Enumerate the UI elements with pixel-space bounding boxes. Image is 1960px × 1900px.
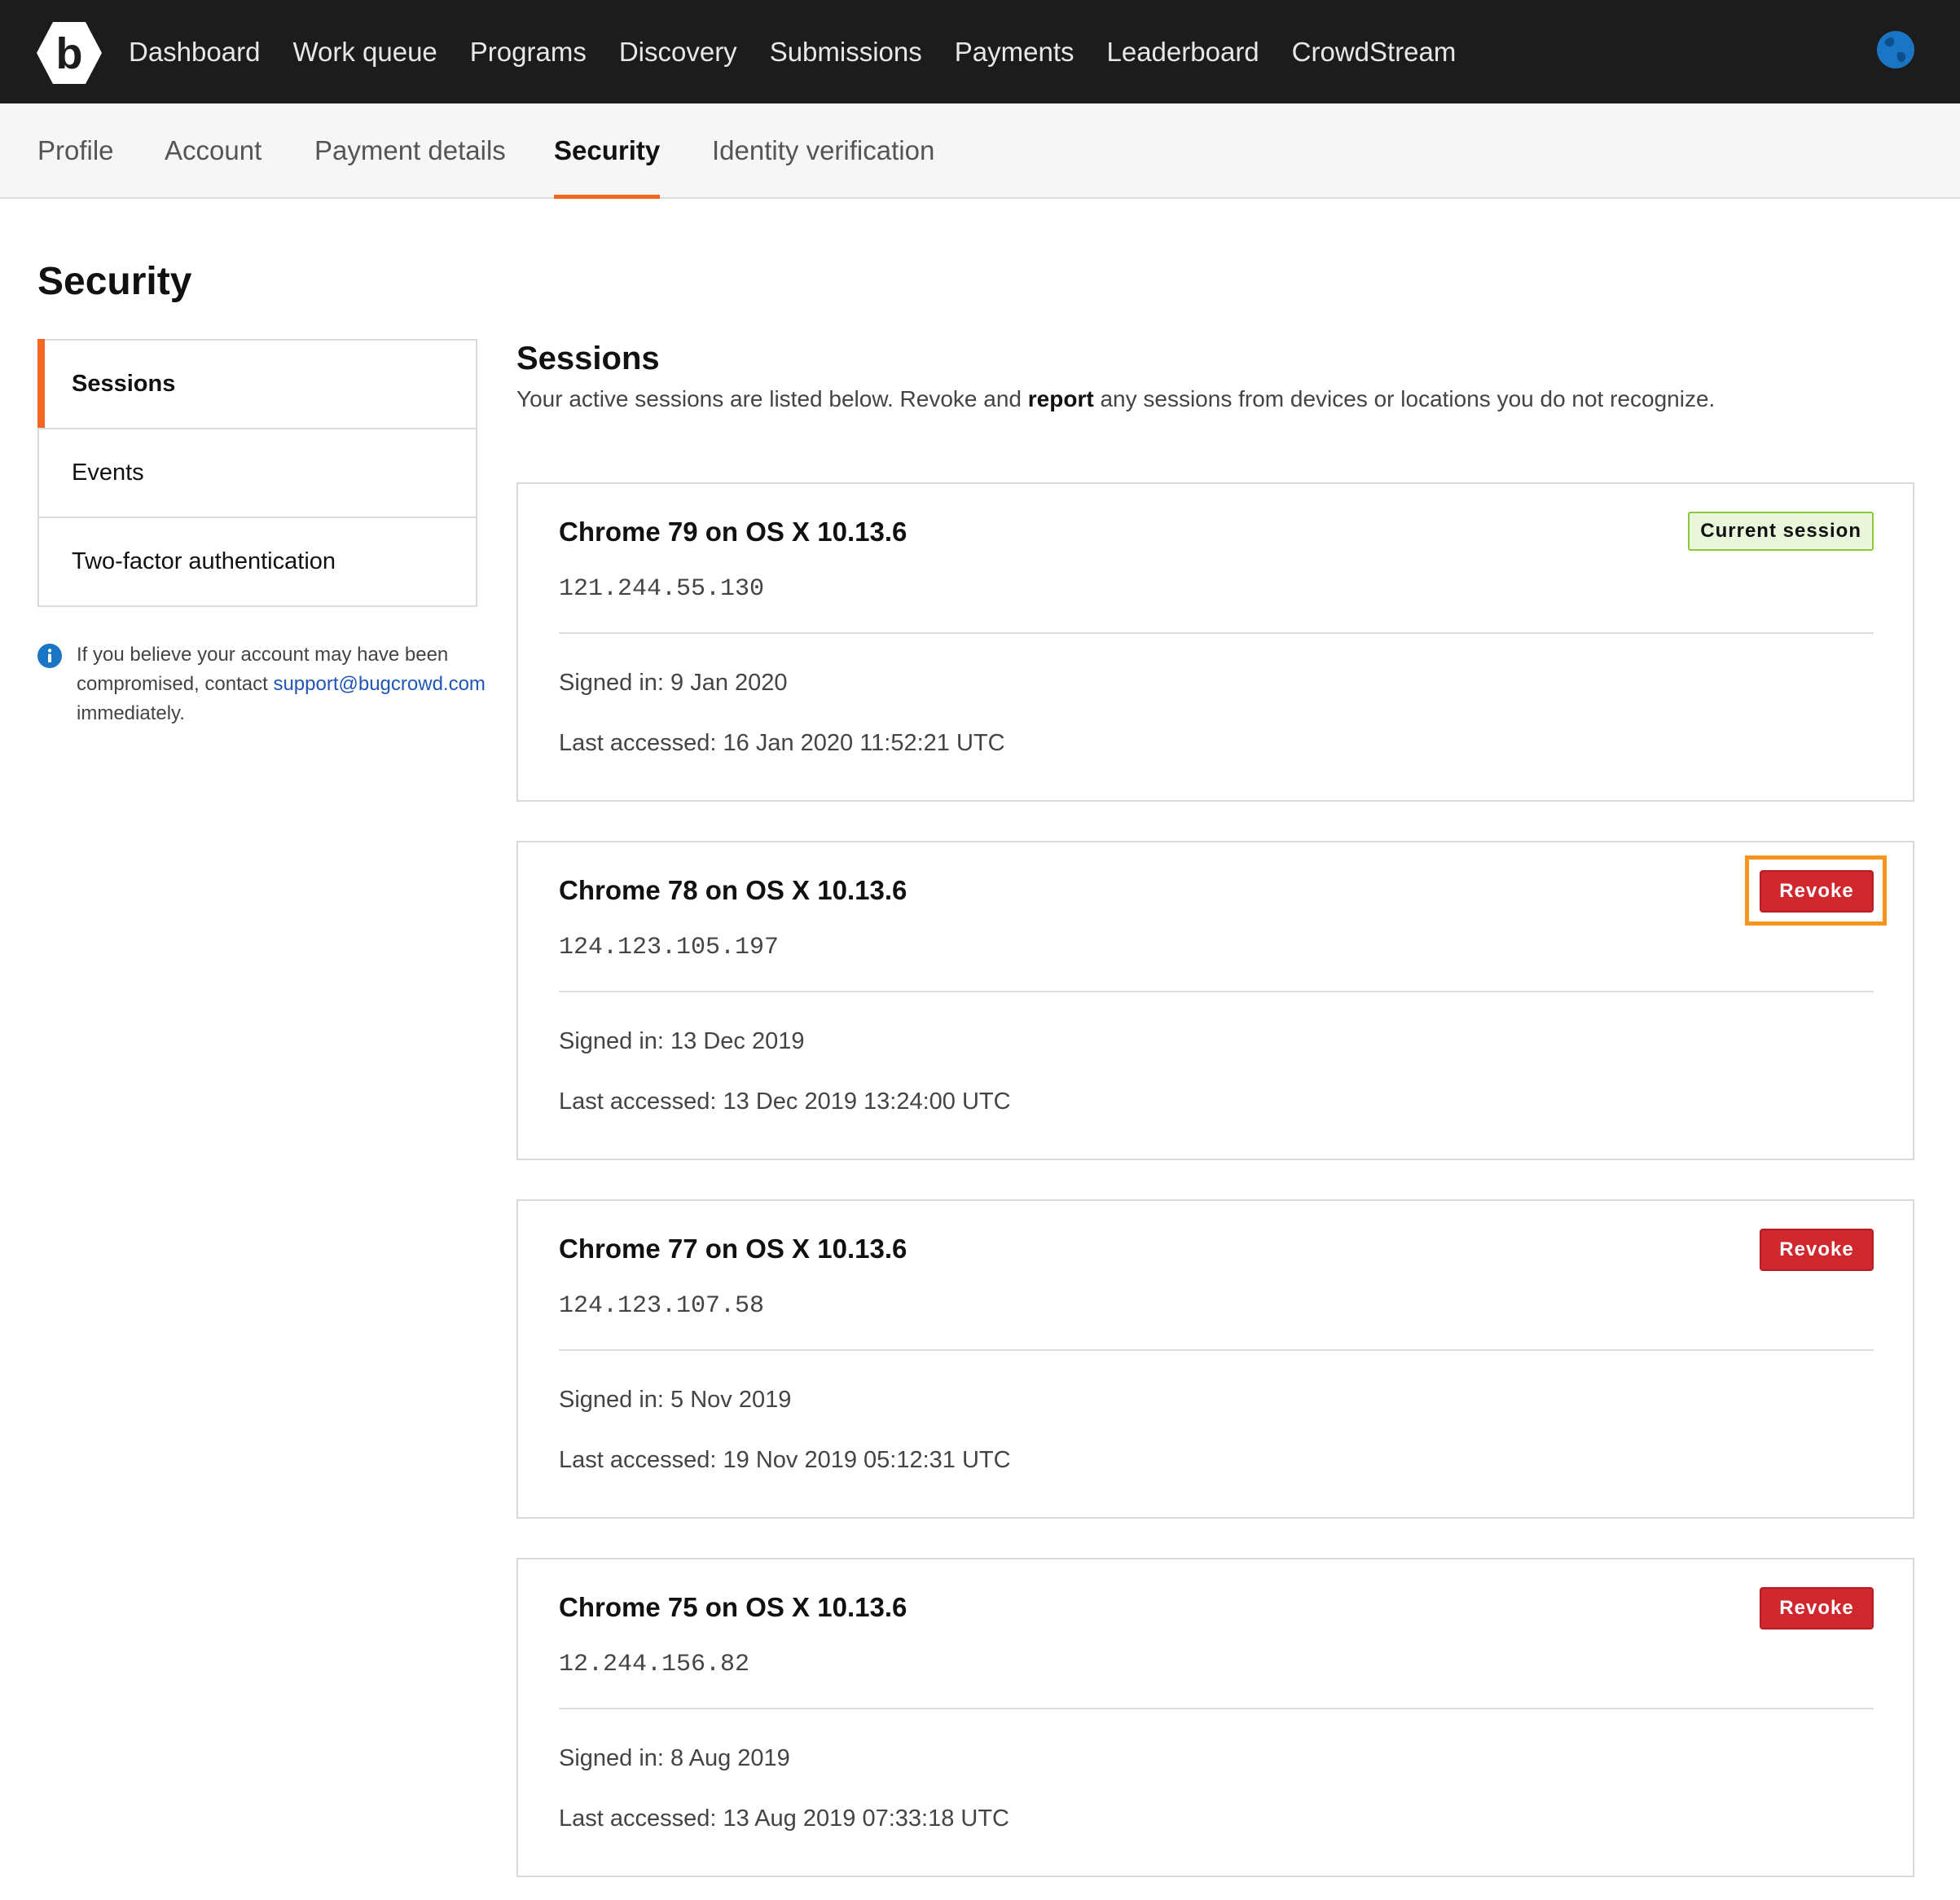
user-avatar[interactable]: [1876, 30, 1915, 69]
session-ip: 124.123.107.58: [559, 1292, 765, 1320]
info-text: If you believe your account may have bee…: [77, 640, 494, 728]
divider: [559, 1708, 1874, 1709]
info-icon: [37, 644, 62, 668]
main-nav: Dashboard Work queue Programs Discovery …: [129, 0, 1456, 103]
current-session-badge: Current session: [1688, 512, 1874, 551]
account-compromise-note: If you believe your account may have bee…: [37, 640, 494, 728]
session-title: Chrome 78 on OS X 10.13.6: [559, 875, 907, 905]
nav-payments[interactable]: Payments: [955, 37, 1074, 68]
session-signed-in: Signed in: 5 Nov 2019: [559, 1387, 792, 1413]
nav-dashboard[interactable]: Dashboard: [129, 37, 260, 68]
side-item-sessions[interactable]: Sessions: [37, 339, 476, 428]
session-card: Chrome 78 on OS X 10.13.6 Revoke 124.123…: [516, 841, 1914, 1160]
nav-programs[interactable]: Programs: [470, 37, 587, 68]
nav-work-queue[interactable]: Work queue: [292, 37, 437, 68]
session-ip: 12.244.156.82: [559, 1651, 750, 1678]
sessions-desc-bold: report: [1027, 386, 1094, 411]
settings-tabs: Profile Account Payment details Security…: [0, 103, 1960, 199]
bugcrowd-logo-icon[interactable]: b: [36, 20, 103, 86]
security-side-menu: Sessions Events Two-factor authenticatio…: [37, 339, 477, 607]
session-signed-in: Signed in: 13 Dec 2019: [559, 1028, 805, 1054]
nav-discovery[interactable]: Discovery: [619, 37, 737, 68]
nav-leaderboard[interactable]: Leaderboard: [1107, 37, 1259, 68]
svg-text:b: b: [56, 29, 83, 78]
sessions-desc-after: any sessions from devices or locations y…: [1093, 386, 1716, 411]
nav-submissions[interactable]: Submissions: [770, 37, 922, 68]
session-card: Chrome 75 on OS X 10.13.6 Revoke 12.244.…: [516, 1558, 1914, 1877]
session-signed-in: Signed in: 9 Jan 2020: [559, 670, 788, 696]
revoke-button[interactable]: Revoke: [1760, 870, 1874, 913]
sessions-description: Your active sessions are listed below. R…: [516, 386, 1715, 412]
revoke-button[interactable]: Revoke: [1760, 1229, 1874, 1271]
tab-security[interactable]: Security: [554, 103, 661, 199]
page-title: Security: [37, 260, 192, 303]
divider: [559, 1349, 1874, 1351]
session-ip: 121.244.55.130: [559, 575, 765, 603]
session-title: Chrome 75 on OS X 10.13.6: [559, 1592, 907, 1622]
tab-payment-details[interactable]: Payment details: [314, 103, 506, 197]
session-last-accessed: Last accessed: 13 Dec 2019 13:24:00 UTC: [559, 1089, 1011, 1115]
info-text-after: immediately.: [77, 702, 185, 724]
session-ip: 124.123.105.197: [559, 934, 780, 961]
top-nav: b Dashboard Work queue Programs Discover…: [0, 0, 1960, 103]
sessions-desc-before: Your active sessions are listed below. R…: [516, 386, 1028, 411]
divider: [559, 632, 1874, 634]
tab-account[interactable]: Account: [165, 103, 261, 197]
tab-identity-verification[interactable]: Identity verification: [712, 103, 934, 197]
divider: [559, 991, 1874, 992]
revoke-button[interactable]: Revoke: [1760, 1587, 1874, 1630]
nav-crowdstream[interactable]: CrowdStream: [1292, 37, 1457, 68]
tab-profile[interactable]: Profile: [37, 103, 114, 197]
side-item-events[interactable]: Events: [39, 428, 476, 517]
side-item-two-factor[interactable]: Two-factor authentication: [39, 517, 476, 605]
sessions-heading: Sessions: [516, 341, 660, 376]
session-title: Chrome 77 on OS X 10.13.6: [559, 1234, 907, 1264]
support-email-link[interactable]: support@bugcrowd.com: [273, 673, 485, 695]
session-last-accessed: Last accessed: 16 Jan 2020 11:52:21 UTC: [559, 730, 1005, 756]
session-card: Chrome 77 on OS X 10.13.6 Revoke 124.123…: [516, 1199, 1914, 1519]
session-signed-in: Signed in: 8 Aug 2019: [559, 1745, 790, 1771]
session-card: Chrome 79 on OS X 10.13.6 Current sessio…: [516, 482, 1914, 802]
session-last-accessed: Last accessed: 19 Nov 2019 05:12:31 UTC: [559, 1447, 1011, 1473]
session-title: Chrome 79 on OS X 10.13.6: [559, 517, 907, 547]
session-last-accessed: Last accessed: 13 Aug 2019 07:33:18 UTC: [559, 1805, 1009, 1832]
